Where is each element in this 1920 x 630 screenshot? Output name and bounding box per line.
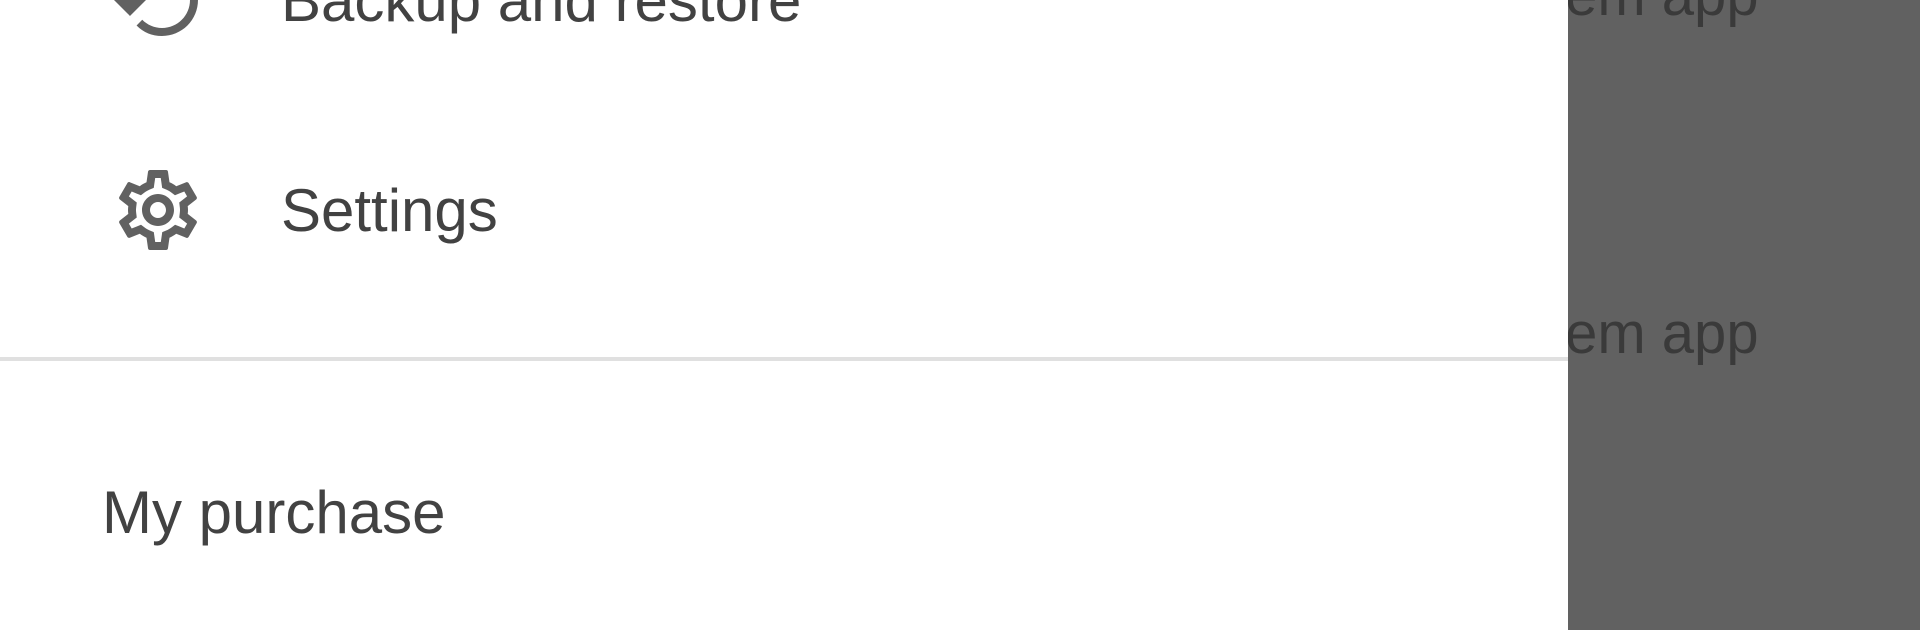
navigation-drawer: Backup and restore Settings My purchase xyxy=(0,0,1568,630)
gear-icon xyxy=(110,162,206,258)
nav-item-label: Backup and restore xyxy=(281,0,802,34)
screen: stem app stem app Backup and restore Set… xyxy=(0,0,1920,630)
drawer-divider xyxy=(0,357,1568,361)
section-header-my-purchase: My purchase xyxy=(102,479,446,546)
nav-item-backup-and-restore[interactable]: Backup and restore xyxy=(0,0,1568,75)
nav-item-label: Settings xyxy=(281,176,498,244)
restore-icon xyxy=(110,0,206,48)
nav-item-settings[interactable]: Settings xyxy=(0,135,1568,285)
